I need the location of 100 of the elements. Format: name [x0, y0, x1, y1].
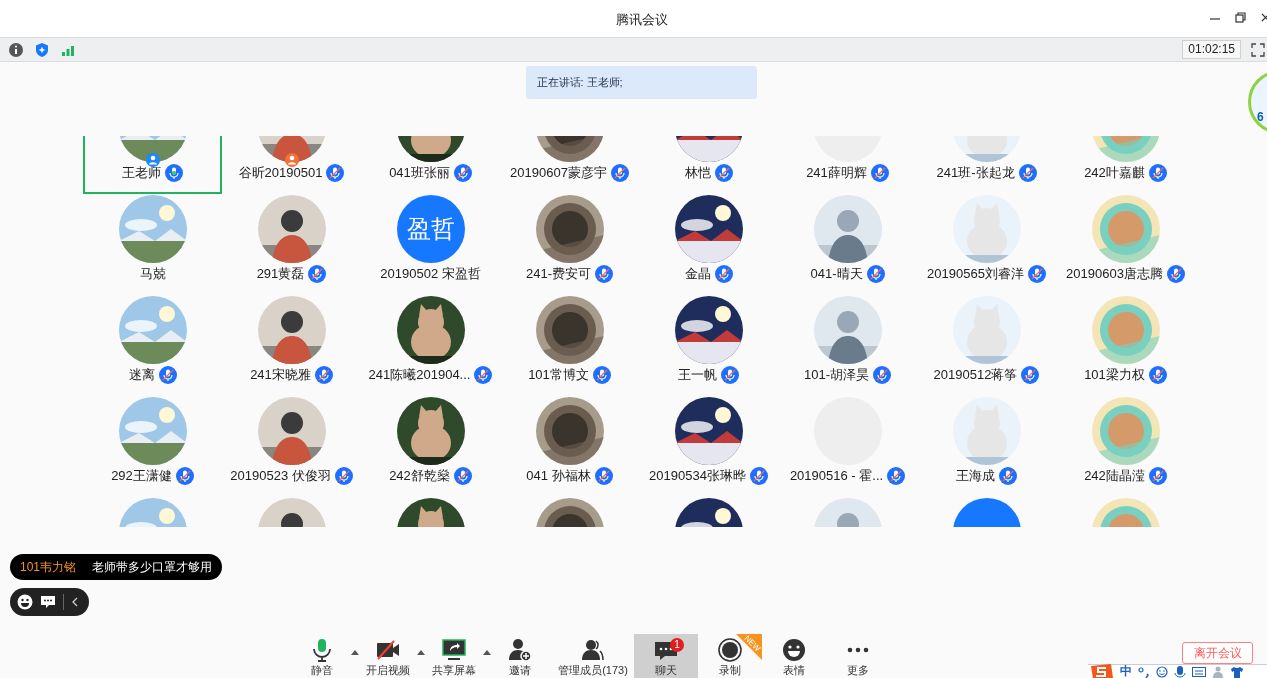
shield-icon[interactable] [34, 41, 50, 58]
caret-up-icon[interactable] [351, 649, 359, 656]
participant-tile[interactable]: 241-费安可 [500, 194, 639, 295]
participant-name: 241班-张起龙 [936, 164, 1015, 182]
toolbar-button[interactable]: 聊天 1 [634, 634, 698, 678]
toolbar-button[interactable]: 管理成员(173) [552, 634, 634, 678]
participant-tile[interactable]: 王海成 [917, 396, 1056, 497]
participant-name: 291黄磊 [256, 265, 305, 283]
participant-name: 242舒乾燊 [389, 467, 450, 485]
screen-share-icon [442, 638, 466, 662]
people-icon [581, 638, 605, 662]
toolbar-button[interactable]: 开启视频 [356, 634, 420, 678]
caret-up-icon[interactable] [483, 649, 491, 656]
toolbar-button[interactable]: 邀请 [488, 634, 552, 678]
participant-name: 101-胡泽昊 [804, 366, 869, 384]
participant-tile[interactable]: 101常博文 [500, 295, 639, 396]
participant-tile[interactable]: 101梁力权 [1056, 295, 1195, 396]
notification-badge: 1 [670, 638, 684, 652]
participant-tile[interactable]: 241班-张起龙 [917, 136, 1056, 194]
participant-tile[interactable]: 20190516 - 霍... [778, 396, 917, 497]
participant-tile[interactable]: 292王潇健 [83, 396, 222, 497]
floating-ball-count: 6 [1257, 110, 1264, 124]
participant-tile[interactable]: 041-晴天 [778, 194, 917, 295]
ime-mode[interactable]: 中 [1120, 665, 1132, 678]
participant-name: 20190534张琳晔 [649, 467, 746, 485]
caret-up-icon[interactable] [417, 649, 425, 656]
toolbar-button[interactable]: 表情 [762, 634, 826, 678]
participant-name: 20190607蒙彦宇 [510, 164, 607, 182]
participant-name: 101常博文 [528, 366, 589, 384]
participant-name: 金晶 [684, 265, 711, 283]
participant-tile[interactable]: 金晶 [639, 194, 778, 295]
record-icon [718, 638, 742, 662]
participant-tile[interactable]: 马兢 [83, 194, 222, 295]
participant-tile[interactable]: 迷离 [83, 295, 222, 396]
fullscreen-icon[interactable] [1251, 42, 1265, 57]
ime-logo-icon[interactable] [1090, 663, 1114, 678]
punctuation-icon[interactable] [1138, 665, 1150, 678]
more-icon [847, 647, 869, 653]
participant-name: 041-晴天 [810, 265, 863, 283]
participant-name: 迷离 [128, 366, 155, 384]
toolbar-button[interactable]: 共享屏幕 [422, 634, 486, 678]
participant-tile[interactable]: 041 孙福林 [500, 396, 639, 497]
chat-popup[interactable]: 101韦力铭 老师带多少口罩才够用 [10, 554, 223, 580]
participant-tile[interactable]: 241宋晓雅 [222, 295, 361, 396]
participant-tile[interactable]: 101-胡泽昊 [778, 295, 917, 396]
participant-tile[interactable]: 20190603唐志腾 [1056, 194, 1195, 295]
participant-tile[interactable]: 谷昕20190501 [222, 136, 361, 194]
participant-tile[interactable]: 242舒乾燊 [361, 396, 500, 497]
window-title: 腾讯会议 [616, 11, 668, 29]
participant-name: 241薛明辉 [806, 164, 867, 182]
participant-tile[interactable]: 242陆晶滢 [1056, 396, 1195, 497]
participant-name: 241宋晓雅 [250, 366, 311, 384]
participant-tile[interactable]: 王老师 [83, 136, 222, 194]
participant-name: 谷昕20190501 [238, 164, 323, 182]
participant-name: 241-费安可 [526, 265, 591, 283]
participant-tile[interactable]: 242叶嘉麒 [1056, 136, 1195, 194]
participant-tile[interactable]: 20190523 伏俊羽 [222, 396, 361, 497]
participant-name: 王一帆 [678, 366, 717, 384]
participant-name: 20190603唐志腾 [1066, 265, 1163, 283]
chat-message: 老师带多少口罩才够用 [92, 559, 213, 576]
participant-tile[interactable]: 241陈曦201904... [361, 295, 500, 396]
chat-sender: 101韦力铭 [20, 559, 77, 576]
chevron-left-icon[interactable] [71, 597, 79, 607]
participant-name: 20190502 宋盈哲 [380, 265, 481, 283]
participant-name: 王老师 [122, 164, 161, 182]
close-icon[interactable] [1261, 13, 1267, 23]
participant-tile[interactable]: 林恺 [639, 136, 778, 194]
participant-name: 20190523 伏俊羽 [230, 467, 331, 485]
participant-name: 041班张丽 [389, 164, 450, 182]
restore-icon[interactable] [1235, 12, 1247, 24]
participant-name: 20190512蒋筝 [933, 366, 1018, 384]
toolbar-button[interactable]: 更多 [826, 634, 890, 678]
toolbar-button[interactable]: 静音 [290, 634, 354, 678]
meeting-timer: 01:02:15 [1182, 40, 1241, 59]
participant-name: 292王潇健 [111, 467, 172, 485]
shirt-icon[interactable] [1230, 665, 1244, 678]
participant-name: 20190516 - 霍... [789, 467, 884, 485]
participant-tile[interactable]: 盈哲 20190502 宋盈哲 [361, 194, 500, 295]
participant-tile[interactable]: 041班张丽 [361, 136, 500, 194]
chat-icon[interactable] [40, 594, 56, 610]
participant-name: 林恺 [684, 164, 711, 182]
participant-name: 241陈曦201904... [368, 366, 471, 384]
speaking-banner: 正在讲话: 王老师; [525, 66, 757, 99]
emoji-icon[interactable] [1156, 665, 1168, 678]
emoji-icon[interactable] [17, 594, 33, 610]
participant-tile[interactable]: 20190565刘睿洋 [917, 194, 1056, 295]
participant-tile[interactable]: 王一帆 [639, 295, 778, 396]
add-person-icon [508, 638, 532, 662]
avatar-initials: 盈哲 [396, 195, 465, 263]
participant-name: 马兢 [139, 265, 166, 283]
participant-tile[interactable]: 20190534张琳晔 [639, 396, 778, 497]
participant-tile[interactable]: 241薛明辉 [778, 136, 917, 194]
info-icon[interactable] [8, 41, 24, 58]
participant-name: 101梁力权 [1084, 366, 1145, 384]
participant-tile[interactable]: 20190512蒋筝 [917, 295, 1056, 396]
participant-tile[interactable]: 20190607蒙彦宇 [500, 136, 639, 194]
keyboard-icon[interactable] [1192, 665, 1206, 678]
participant-tile[interactable]: 291黄磊 [222, 194, 361, 295]
participant-name: 20190565刘睿洋 [927, 265, 1024, 283]
microphone-icon[interactable] [1174, 665, 1186, 678]
